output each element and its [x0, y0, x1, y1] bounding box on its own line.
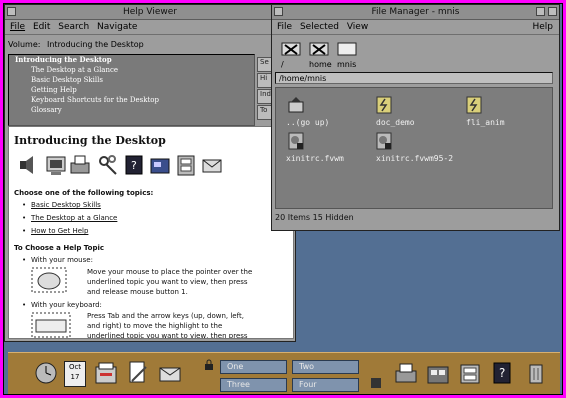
- clock-icon[interactable]: [34, 359, 58, 387]
- root-folder-icon[interactable]: [281, 40, 301, 56]
- mouse-icon: [31, 267, 67, 293]
- topic-item[interactable]: Getting Help: [9, 85, 254, 95]
- style-manager-icon[interactable]: [426, 359, 450, 387]
- speaker-icon: [20, 156, 33, 174]
- menu-view[interactable]: View: [347, 22, 368, 32]
- topic-link[interactable]: How to Get Help: [31, 227, 88, 235]
- bullet: •: [22, 256, 27, 264]
- help-content-pane: Introducing the Desktop ? Choose one of …: [8, 126, 294, 339]
- menu-search[interactable]: Search: [58, 22, 89, 32]
- file-item[interactable]: xinitrc.fvwm95-2: [376, 154, 453, 163]
- menu-edit[interactable]: Edit: [33, 22, 50, 32]
- file-item[interactable]: xinitrc.fvwm: [286, 154, 344, 163]
- file-cabinet-icon: [177, 155, 195, 176]
- terminal-icon: [46, 156, 66, 175]
- topic-list[interactable]: Introducing the Desktop The Desktop at a…: [8, 54, 255, 126]
- window-menu-button[interactable]: [7, 7, 16, 16]
- path-field[interactable]: /home/mnis: [275, 72, 553, 84]
- mnis-folder-icon[interactable]: [337, 40, 357, 56]
- window-menu-button[interactable]: [274, 7, 283, 16]
- topic-item[interactable]: Introducing the Desktop: [9, 55, 254, 65]
- workspace-one[interactable]: One: [220, 360, 287, 374]
- mail-icon: [202, 159, 222, 173]
- front-panel: Oct 17 One Two Three Four ?: [8, 352, 560, 394]
- maximize-button[interactable]: [548, 7, 557, 16]
- help-viewer-window[interactable]: Help Viewer File Edit Search Navigate Vo…: [4, 4, 296, 342]
- bullet: •: [22, 227, 27, 235]
- help-viewer-title: Help Viewer: [123, 7, 177, 17]
- style-manager-icon: [150, 158, 170, 174]
- home-folder-icon[interactable]: [309, 40, 329, 56]
- svg-text:?: ?: [131, 159, 137, 172]
- crumb-root[interactable]: /: [281, 60, 284, 69]
- file-manager-window[interactable]: File Manager - mnis File Selected View H…: [271, 4, 560, 231]
- crumb-mnis[interactable]: mnis: [337, 60, 356, 69]
- page-title: Introducing the Desktop: [14, 134, 166, 147]
- keyboard-instructions: Press Tab and the arrow keys (up, down, …: [87, 312, 248, 339]
- path-folder-bar: / home mnis: [275, 38, 553, 74]
- menu-file[interactable]: File: [277, 22, 292, 32]
- workspace-two[interactable]: Two: [292, 360, 359, 374]
- keyboard-label: With your keyboard:: [31, 301, 102, 309]
- executable-icon[interactable]: [466, 96, 482, 114]
- app-manager-icon[interactable]: [458, 359, 482, 387]
- topic-item[interactable]: Glossary: [9, 105, 254, 115]
- status-bar: 20 Items 15 Hidden: [275, 213, 354, 222]
- workspace-four[interactable]: Four: [292, 378, 359, 392]
- text-editor-icon[interactable]: [126, 359, 150, 387]
- printer-icon[interactable]: [394, 359, 418, 387]
- workspace-three[interactable]: Three: [220, 378, 287, 392]
- file-manager-titlebar[interactable]: File Manager - mnis: [272, 5, 559, 20]
- topic-link[interactable]: Basic Desktop Skills: [31, 201, 101, 209]
- trash-icon[interactable]: [524, 359, 548, 387]
- help-manager-icon[interactable]: ?: [490, 359, 514, 387]
- calendar-month: Oct: [68, 363, 82, 371]
- volume-row: Volume: Introducing the Desktop: [8, 40, 144, 49]
- executable-icon[interactable]: [376, 96, 392, 114]
- crumb-home[interactable]: home: [309, 60, 332, 69]
- keyboard-icon: [31, 312, 71, 338]
- data-file-icon[interactable]: [288, 132, 304, 150]
- topic-item[interactable]: The Desktop at a Glance: [9, 65, 254, 75]
- help-viewer-menubar: File Edit Search Navigate: [5, 20, 295, 35]
- section-heading: To Choose a Help Topic: [14, 244, 105, 252]
- menu-selected[interactable]: Selected: [300, 22, 339, 32]
- calendar-icon[interactable]: Oct 17: [64, 361, 86, 387]
- help-viewer-titlebar[interactable]: Help Viewer: [5, 5, 295, 20]
- data-file-icon[interactable]: [376, 132, 392, 150]
- file-item[interactable]: fli_anim: [466, 118, 505, 127]
- topic-item[interactable]: Keyboard Shortcuts for the Desktop: [9, 95, 254, 105]
- topic-item[interactable]: Basic Desktop Skills: [9, 75, 254, 85]
- mouse-label: With your mouse:: [31, 256, 93, 264]
- file-manager-title: File Manager - mnis: [371, 7, 460, 17]
- mailer-icon[interactable]: [158, 359, 182, 387]
- exit-icon[interactable]: [370, 377, 382, 389]
- bullet: •: [22, 214, 27, 222]
- file-manager-icon[interactable]: [94, 359, 118, 387]
- menu-file[interactable]: File: [10, 22, 25, 32]
- help-book-icon: ?: [125, 155, 143, 175]
- menu-help[interactable]: Help: [532, 20, 553, 34]
- calendar-day: 17: [70, 373, 80, 381]
- svg-text:?: ?: [499, 366, 505, 380]
- choose-topic-label: Choose one of the following topics:: [14, 189, 154, 197]
- file-view[interactable]: ..(go up) doc_demo fli_anim xinitrc.fvwm…: [275, 87, 553, 209]
- file-item[interactable]: doc_demo: [376, 118, 415, 127]
- bullet: •: [22, 201, 27, 209]
- file-item[interactable]: ..(go up): [286, 118, 329, 127]
- minimize-button[interactable]: [536, 7, 545, 16]
- mouse-instructions: Move your mouse to place the pointer ove…: [87, 268, 253, 296]
- topic-link[interactable]: The Desktop at a Glance: [31, 214, 117, 222]
- volume-label: Volume:: [8, 40, 41, 49]
- screen-frame: Help Viewer File Edit Search Navigate Vo…: [3, 3, 563, 395]
- folder-up-icon[interactable]: [288, 96, 304, 114]
- file-manager-menubar: File Selected View Help: [272, 20, 559, 35]
- bullet: •: [22, 301, 27, 309]
- printer-icon: [70, 155, 90, 174]
- desktop-icon-strip: ?: [17, 153, 287, 180]
- volume-value: Introducing the Desktop: [47, 40, 144, 49]
- menu-navigate[interactable]: Navigate: [97, 22, 137, 32]
- lock-icon[interactable]: [204, 359, 214, 371]
- keys-icon: [99, 155, 117, 175]
